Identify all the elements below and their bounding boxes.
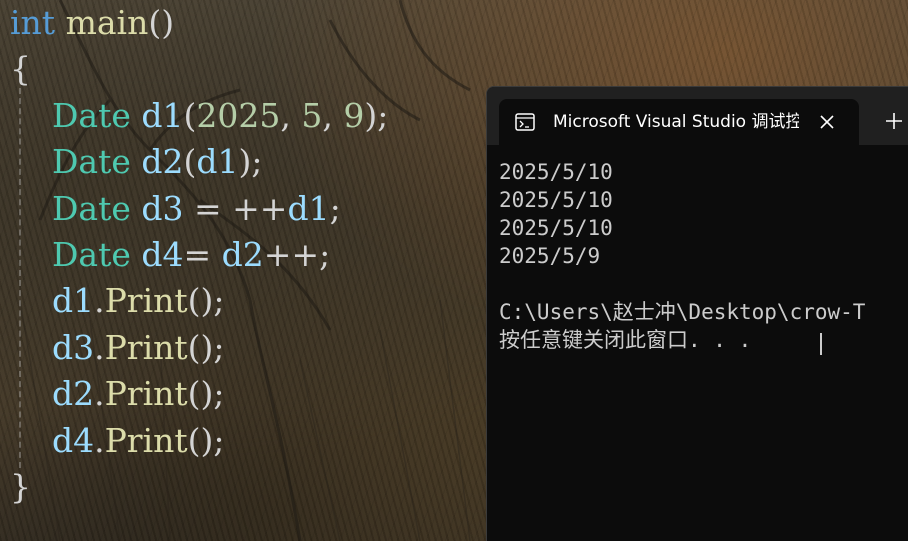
code-token: d1 <box>287 189 330 228</box>
code-token: ); <box>238 142 263 181</box>
terminal-tab-bar: Microsoft Visual Studio 调试控 <box>487 87 908 145</box>
code-token: (); <box>187 281 225 320</box>
code-token: d2 <box>141 142 184 181</box>
code-line: { <box>10 46 31 92</box>
code-token: ( <box>183 142 197 181</box>
code-token: . <box>94 328 105 367</box>
code-token: d1 <box>141 96 184 135</box>
terminal-tab-title: Microsoft Visual Studio 调试控 <box>553 112 799 132</box>
code-line: d2.Print(); <box>10 371 225 417</box>
code-token: . <box>94 374 105 413</box>
code-token: main <box>65 3 149 42</box>
code-token: d4 <box>51 421 95 460</box>
code-line: d1.Print(); <box>10 278 225 324</box>
code-token: d2 <box>51 374 95 413</box>
code-token: (); <box>187 421 225 460</box>
code-token: , <box>280 96 302 135</box>
code-line: d4.Print(); <box>10 418 225 464</box>
plus-icon[interactable] <box>882 109 906 133</box>
code-token: int <box>10 3 56 42</box>
code-line: Date d4= d2++; <box>10 232 330 278</box>
code-line: } <box>10 464 31 510</box>
code-token: d1 <box>51 281 95 320</box>
code-token: ; <box>329 189 341 228</box>
terminal-output-line: 2025/5/10 <box>499 160 613 184</box>
code-token: d4 <box>141 235 184 274</box>
terminal-window[interactable]: Microsoft Visual Studio 调试控 2025/5/10 20… <box>486 86 908 541</box>
code-token: d3 <box>51 328 95 367</box>
code-token: ++; <box>263 235 331 274</box>
terminal-output-line: 2025/5/10 <box>499 188 613 212</box>
code-token: Print <box>104 328 188 367</box>
terminal-output-line: 2025/5/10 <box>499 216 613 240</box>
code-token: Date <box>51 142 131 181</box>
code-line: Date d1(2025, 5, 9); <box>10 93 388 139</box>
console-icon <box>515 113 535 131</box>
code-token: (); <box>187 328 225 367</box>
code-token: , <box>322 96 344 135</box>
code-token: (); <box>187 374 225 413</box>
code-token: 9 <box>343 96 365 135</box>
code-token: Print <box>104 374 188 413</box>
code-line: d3.Print(); <box>10 325 225 371</box>
code-token: d2 <box>221 235 264 274</box>
terminal-cursor <box>820 333 822 355</box>
terminal-tab[interactable]: Microsoft Visual Studio 调试控 <box>499 99 859 145</box>
terminal-prompt-line: 按任意键关闭此窗口. . . <box>499 328 752 352</box>
code-token: 2025 <box>196 96 281 135</box>
code-token: ); <box>364 96 389 135</box>
code-token: } <box>10 467 31 506</box>
code-token: . <box>94 281 105 320</box>
code-token: d3 <box>141 189 184 228</box>
terminal-output-line: C:\Users\赵士冲\Desktop\crow-T <box>499 300 866 324</box>
code-token: = ++ <box>183 189 288 228</box>
code-token: 5 <box>301 96 323 135</box>
code-token: Date <box>51 96 131 135</box>
code-token: Print <box>104 281 188 320</box>
close-icon[interactable] <box>815 110 839 134</box>
code-line: int main() <box>10 0 174 46</box>
code-token: . <box>94 421 105 460</box>
code-line: Date d3 = ++d1; <box>10 186 341 232</box>
code-editor[interactable]: int main(){ Date d1(2025, 5, 9); Date d2… <box>0 0 480 541</box>
code-token: Date <box>51 189 131 228</box>
code-token: d1 <box>196 142 239 181</box>
code-token: ( <box>183 96 197 135</box>
code-token: = <box>183 235 222 274</box>
code-token: Print <box>104 421 188 460</box>
code-token: () <box>148 3 175 42</box>
code-line: Date d2(d1); <box>10 139 263 185</box>
code-token: { <box>10 49 31 88</box>
code-token: Date <box>51 235 131 274</box>
terminal-output-line: 2025/5/9 <box>499 244 601 268</box>
